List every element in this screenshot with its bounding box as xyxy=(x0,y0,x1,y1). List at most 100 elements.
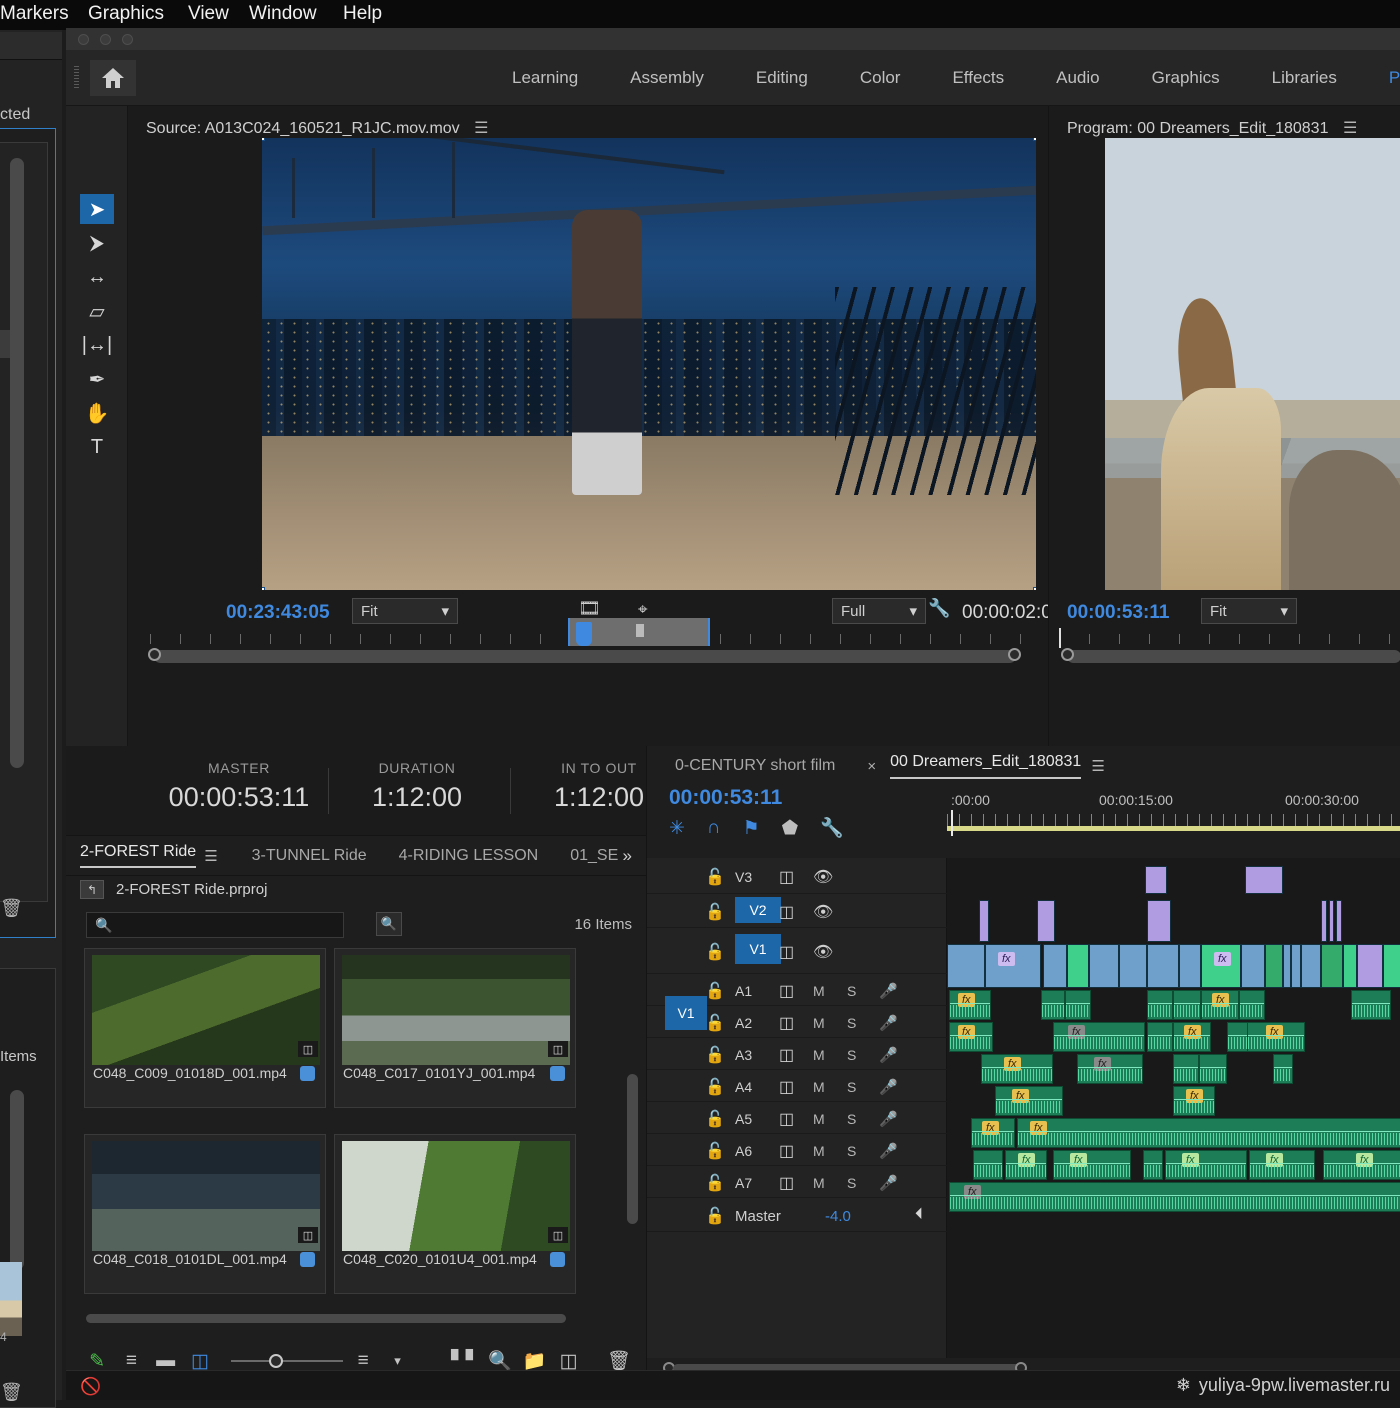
timeline-playhead[interactable] xyxy=(951,810,953,836)
solo-button[interactable]: S xyxy=(847,1175,856,1191)
solo-button[interactable]: S xyxy=(847,1047,856,1063)
project-tabs-overflow-icon[interactable]: » xyxy=(623,846,632,866)
add-marker-icon[interactable]: ⬟ xyxy=(782,817,799,840)
eye-icon[interactable]: 👁 xyxy=(813,942,833,962)
timeline-playhead-timecode[interactable]: 00:00:53:11 xyxy=(669,786,782,810)
track-header-v1[interactable]: 🔓 V1 ◫ 👁 xyxy=(647,928,947,974)
timeline-tab-century-short-film[interactable]: 0-CENTURY short film xyxy=(675,757,835,775)
source-monitor-menu-icon[interactable]: ☰ xyxy=(474,118,488,138)
project-tab-riding-lesson[interactable]: 4-RIDING LESSON xyxy=(399,847,539,865)
track-sync-icon[interactable]: ◫ xyxy=(779,902,794,922)
mute-button[interactable]: M xyxy=(813,983,825,999)
lock-icon[interactable]: 🔓 xyxy=(705,867,725,887)
track-name-a6[interactable]: A6 xyxy=(735,1143,752,1159)
track-name-a5[interactable]: A5 xyxy=(735,1111,752,1127)
timeline-clip-v1[interactable] xyxy=(1067,944,1089,988)
track-header-master[interactable]: 🔓 Master -4.0 ⏴ xyxy=(647,1198,947,1232)
mute-button[interactable]: M xyxy=(813,1079,825,1095)
lock-icon[interactable]: 🔓 xyxy=(705,981,725,1001)
project-search-input[interactable]: 🔍 xyxy=(86,912,344,938)
parent-bin-icon[interactable]: ↰ xyxy=(80,880,104,899)
mic-icon[interactable]: 🎤 xyxy=(879,1078,898,1096)
timeline-audio-clip-a5[interactable]: fx xyxy=(1017,1118,1400,1148)
source-settings-glyph-icon[interactable]: ⌖ xyxy=(638,600,648,620)
solo-button[interactable]: S xyxy=(847,1015,856,1031)
project-tab-forest-ride[interactable]: 2-FOREST Ride xyxy=(80,843,197,868)
lock-icon[interactable]: 🔓 xyxy=(705,1045,725,1065)
project-tab-menu-icon[interactable]: ☰ xyxy=(204,847,217,865)
wrench-icon[interactable]: 🔧 xyxy=(928,598,950,619)
timeline-audio-clip-a3[interactable] xyxy=(1199,1054,1227,1084)
tab-assembly[interactable]: Assembly xyxy=(604,50,730,106)
snap-icon[interactable]: ∩ xyxy=(707,817,721,839)
solo-button[interactable]: S xyxy=(847,1079,856,1095)
source-track-patch-v1[interactable]: V1 xyxy=(665,996,707,1030)
mic-icon[interactable]: 🎤 xyxy=(879,1142,898,1160)
timeline-clip-v1[interactable] xyxy=(1357,944,1383,988)
track-name-a4[interactable]: A4 xyxy=(735,1079,752,1095)
timeline-clip-v1[interactable]: fx xyxy=(1201,944,1241,988)
program-zoom-left-handle[interactable] xyxy=(1061,648,1074,661)
track-header-a4[interactable]: 🔓 A4 ◫ M S 🎤 xyxy=(647,1070,947,1102)
timeline-audio-clip-a6[interactable]: fx xyxy=(1323,1150,1400,1180)
lock-icon[interactable]: 🔓 xyxy=(705,942,725,962)
timeline-clip-v1[interactable] xyxy=(1179,944,1201,988)
timeline-audio-clip-a3[interactable] xyxy=(1273,1054,1293,1084)
menu-item-markers[interactable]: Markers xyxy=(0,3,69,25)
track-sync-icon[interactable]: ◫ xyxy=(779,1141,794,1161)
project-tab-tunnel-ride[interactable]: 3-TUNNEL Ride xyxy=(252,847,367,865)
timeline-audio-clip-a7[interactable]: fx xyxy=(949,1182,1400,1212)
timeline-clip-v2[interactable] xyxy=(1329,900,1334,942)
timeline-clip-v1[interactable] xyxy=(1301,944,1321,988)
source-zoom-right-handle[interactable] xyxy=(1008,648,1021,661)
timeline-clip-v1[interactable] xyxy=(1265,944,1283,988)
lock-icon[interactable]: 🔓 xyxy=(705,1173,725,1193)
timeline-tracks[interactable]: fx fx fx fx fx fx fx fx fx fx fx fx fx f… xyxy=(947,858,1400,1358)
timeline-clip-v1[interactable] xyxy=(1321,944,1343,988)
timeline-audio-clip-a1[interactable] xyxy=(1239,990,1265,1020)
menu-item-view[interactable]: View xyxy=(188,3,229,25)
track-name-a3[interactable]: A3 xyxy=(735,1047,752,1063)
lock-icon[interactable]: 🔓 xyxy=(705,1109,725,1129)
background-scrollbar[interactable] xyxy=(10,158,24,768)
timeline-clip-v1[interactable]: fx xyxy=(985,944,1041,988)
tab-audio[interactable]: Audio xyxy=(1030,50,1125,106)
timeline-settings-icon[interactable]: 🔧 xyxy=(820,816,844,840)
selection-tool[interactable]: ➤ xyxy=(80,194,114,224)
linked-selection-icon[interactable]: ⚑ xyxy=(743,817,760,840)
tab-effects[interactable]: Effects xyxy=(926,50,1030,106)
source-zoom-select[interactable]: Fit ▾ xyxy=(352,598,458,624)
track-sync-icon[interactable]: ◫ xyxy=(779,1173,794,1193)
timeline-audio-clip-a2[interactable] xyxy=(1147,1022,1173,1052)
pen-tool[interactable]: ✒ xyxy=(80,364,114,394)
timeline-clip-v1[interactable] xyxy=(1089,944,1119,988)
tab-graphics[interactable]: Graphics xyxy=(1126,50,1246,106)
timeline-audio-clip-a2[interactable] xyxy=(1227,1022,1249,1052)
track-name-a2[interactable]: A2 xyxy=(735,1015,752,1031)
program-zoom-scrollbar[interactable] xyxy=(1067,650,1400,663)
transform-handle[interactable] xyxy=(262,138,265,141)
track-sync-icon[interactable]: ◫ xyxy=(779,1045,794,1065)
source-zoom-scrollbar[interactable] xyxy=(154,650,1016,663)
track-name-v2[interactable]: V2 xyxy=(735,897,781,923)
background-scrollbar-2[interactable] xyxy=(10,1090,24,1270)
solo-button[interactable]: S xyxy=(847,1143,856,1159)
timeline-audio-clip-a2[interactable]: fx xyxy=(1173,1022,1211,1052)
home-button[interactable] xyxy=(90,60,136,96)
timeline-clip-v2[interactable] xyxy=(1321,900,1327,942)
timeline-clip-v1[interactable] xyxy=(1119,944,1147,988)
track-header-a3[interactable]: 🔓 A3 ◫ M S 🎤 xyxy=(647,1038,947,1070)
track-header-v3[interactable]: 🔓 V3 ◫ 👁 xyxy=(647,858,947,894)
timeline-audio-clip-a1[interactable]: fx xyxy=(949,990,991,1020)
timeline-clip-v1[interactable] xyxy=(1043,944,1067,988)
timeline-tab-close-icon[interactable]: × xyxy=(867,758,876,775)
timeline-clip-v1[interactable] xyxy=(1343,944,1357,988)
ripple-edit-tool[interactable]: ↔ xyxy=(80,262,114,292)
program-monitor-menu-icon[interactable]: ☰ xyxy=(1343,118,1357,138)
lock-icon[interactable]: 🔓 xyxy=(705,1206,725,1226)
nest-sequence-icon[interactable]: ✳ xyxy=(669,817,685,840)
timeline-audio-clip-a6[interactable] xyxy=(1143,1150,1163,1180)
timeline-clip-v1[interactable] xyxy=(1283,944,1291,988)
source-monitor-video[interactable] xyxy=(262,138,1036,590)
track-header-v2[interactable]: 🔓 V2 ◫ 👁 xyxy=(647,894,947,928)
